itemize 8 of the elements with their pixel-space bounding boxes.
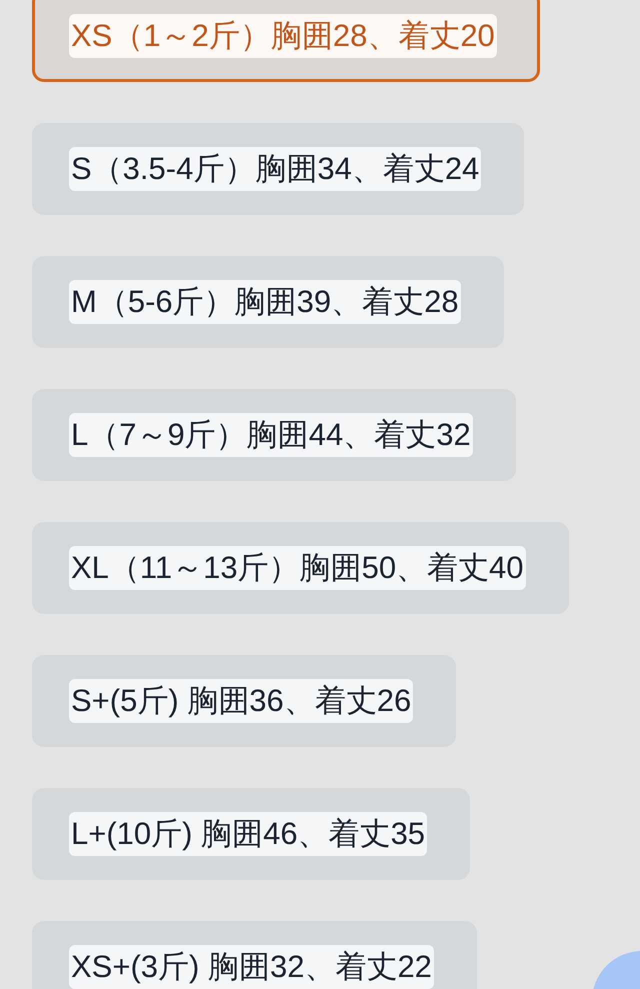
size-option[interactable]: XS（1～2斤）胸囲28、着丈20	[32, 0, 540, 82]
size-option[interactable]: S（3.5-4斤）胸囲34、着丈24	[32, 123, 524, 215]
size-option[interactable]: L+(10斤) 胸囲46、着丈35	[32, 788, 470, 880]
size-option[interactable]: XS+(3斤) 胸囲32、着丈22	[32, 921, 477, 989]
size-option[interactable]: S+(5斤) 胸囲36、着丈26	[32, 655, 456, 747]
size-option[interactable]: M（5-6斤）胸囲39、着丈28	[32, 256, 504, 348]
size-option[interactable]: L（7～9斤）胸囲44、着丈32	[32, 389, 516, 481]
size-option[interactable]: XL（11～13斤）胸囲50、着丈40	[32, 522, 569, 614]
